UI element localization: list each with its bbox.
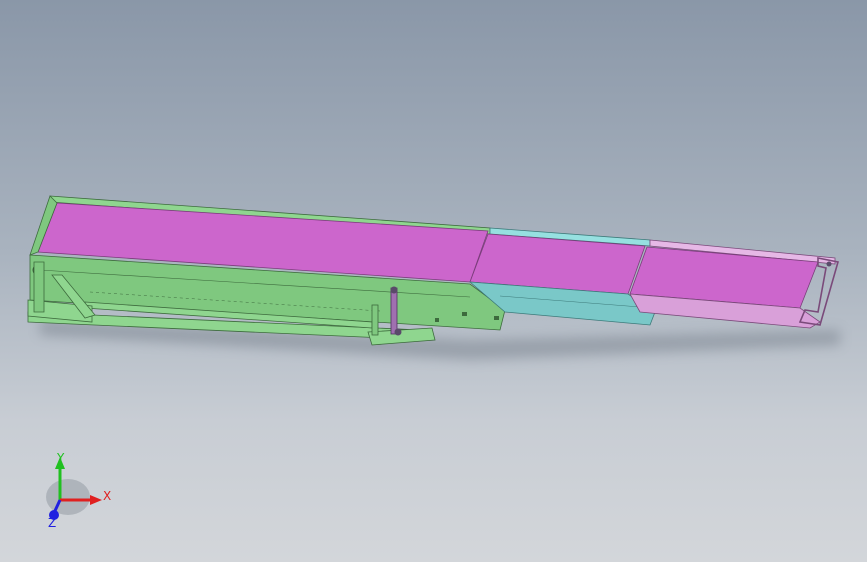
conveyor-model[interactable] xyxy=(0,0,867,562)
graphics-viewport[interactable]: Y X Z xyxy=(0,0,867,562)
x-axis-label: X xyxy=(103,489,111,503)
lift-cylinder xyxy=(390,287,398,335)
z-axis-label: Z xyxy=(48,516,56,530)
coordinate-triad: Y X Z xyxy=(46,451,111,530)
main-conveyor-section[interactable] xyxy=(29,195,506,331)
end-telescopic-section[interactable] xyxy=(629,239,840,329)
y-axis-label: Y xyxy=(56,451,65,465)
